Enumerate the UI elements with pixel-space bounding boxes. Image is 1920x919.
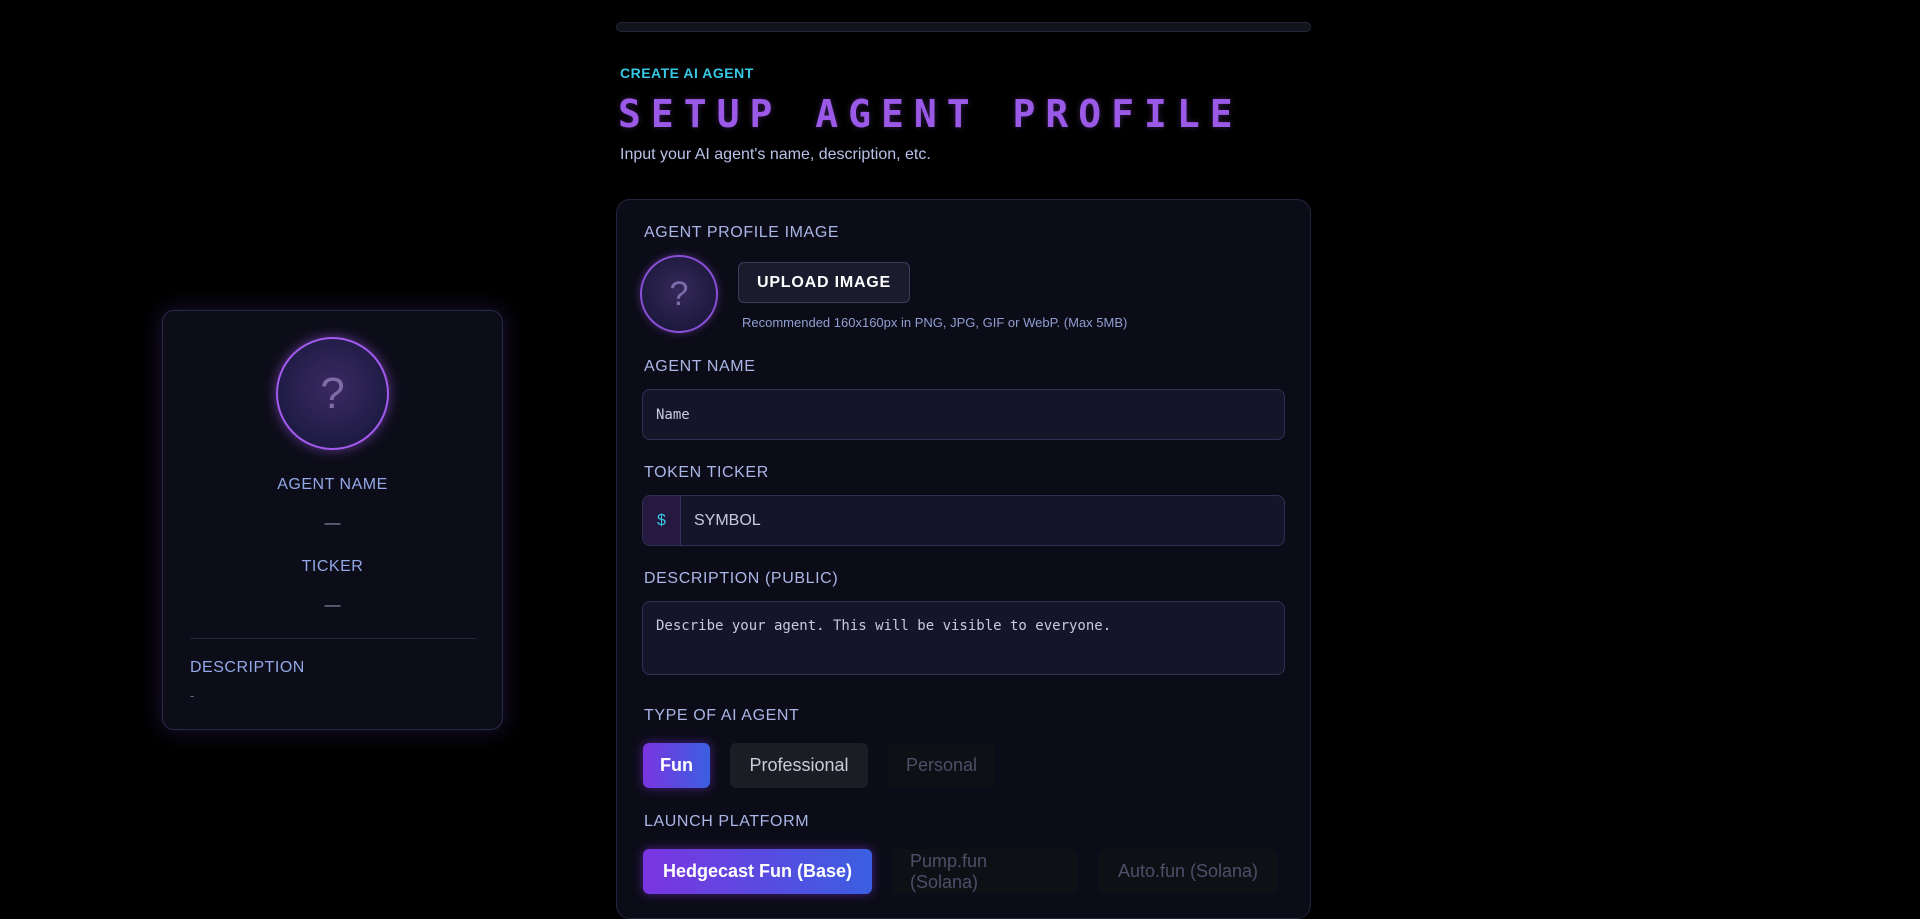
page-title: SETUP AGENT PROFILE (618, 92, 1243, 136)
preview-divider (190, 638, 476, 639)
profile-image-avatar[interactable]: ? (640, 255, 718, 333)
agent-type-label: TYPE OF AI AGENT (644, 707, 800, 724)
dollar-prefix: $ (643, 496, 681, 545)
preview-name-value: — (324, 515, 341, 532)
preview-description-value: - (190, 688, 195, 703)
description-textarea[interactable] (642, 601, 1285, 675)
agent-name-input[interactable] (642, 389, 1285, 440)
preview-name-label: AGENT NAME (277, 476, 388, 493)
preview-ticker-label: TICKER (301, 558, 364, 575)
agent-type-professional-chip[interactable]: Professional (730, 743, 868, 788)
description-label: DESCRIPTION (PUBLIC) (644, 570, 839, 587)
page-subtitle: Input your AI agent's name, description,… (620, 146, 931, 163)
agent-name-label: AGENT NAME (644, 358, 756, 375)
token-ticker-label: TOKEN TICKER (644, 464, 769, 481)
agent-form-card (616, 199, 1311, 919)
launch-platform-label: LAUNCH PLATFORM (644, 813, 810, 830)
token-ticker-input[interactable] (681, 496, 1284, 545)
agent-type-fun-chip[interactable]: Fun (643, 743, 710, 788)
profile-image-label: AGENT PROFILE IMAGE (644, 224, 840, 241)
platform-pumpfun-chip[interactable]: Pump.fun (Solana) (892, 849, 1078, 894)
preview-description-label: DESCRIPTION (190, 659, 305, 676)
platform-hedgecast-chip[interactable]: Hedgecast Fun (Base) (643, 849, 872, 894)
agent-type-personal-chip[interactable]: Personal (888, 743, 995, 788)
token-ticker-field: $ (642, 495, 1285, 546)
upload-hint: Recommended 160x160px in PNG, JPG, GIF o… (742, 315, 1128, 330)
question-mark-icon: ? (669, 274, 689, 313)
question-mark-icon: ? (320, 368, 345, 418)
page-eyebrow: CREATE AI AGENT (620, 65, 754, 81)
preview-ticker-value: — (324, 597, 341, 614)
platform-autofun-chip[interactable]: Auto.fun (Solana) (1098, 849, 1278, 894)
progress-strip (616, 22, 1311, 32)
preview-avatar: ? (276, 337, 389, 450)
upload-image-button[interactable]: UPLOAD IMAGE (738, 262, 910, 303)
